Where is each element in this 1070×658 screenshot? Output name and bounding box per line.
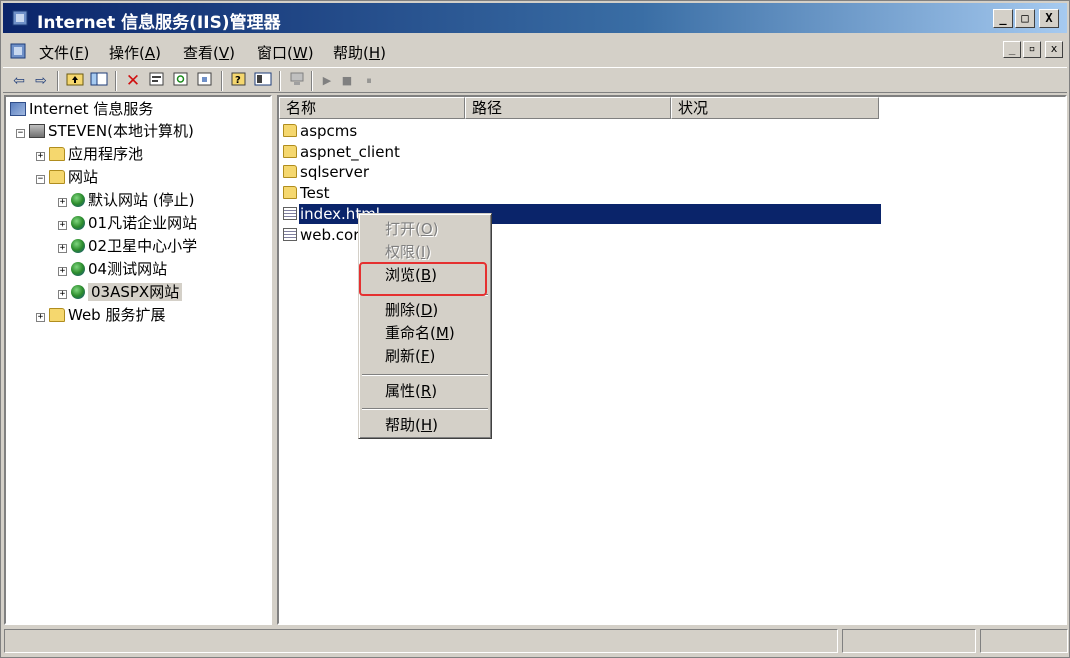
toolbar: ⇦ ⇨ ✕ ? ▶ ■ ⏸ [3,67,1067,93]
browse-highlight-annotation [359,262,487,296]
menu-item-open[interactable]: 打开(O) [385,218,439,240]
help-icon[interactable]: ? [229,71,249,91]
refresh-icon[interactable] [171,71,191,91]
config-file-icon [283,228,297,241]
folder-icon [283,186,297,199]
iis-root-icon [10,102,26,116]
folder-icon [283,165,297,178]
menu-item-refresh[interactable]: 刷新(F) [385,345,435,367]
website-globe-icon [71,262,85,276]
folder-icon [283,124,297,137]
status-cell-2 [842,629,976,653]
menu-separator [362,374,488,376]
show-tree-icon[interactable] [89,71,109,91]
delete-icon[interactable]: ✕ [123,71,143,91]
tree-root[interactable]: Internet 信息服务 [10,99,153,119]
svg-text:?: ? [235,75,241,86]
console-icon[interactable] [253,71,273,91]
menu-help[interactable]: 帮助(H) [333,42,386,63]
menu-item-help[interactable]: 帮助(H) [385,414,438,436]
menu-separator [362,408,488,410]
collapse-icon[interactable]: − [36,175,45,184]
pause-icon[interactable]: ⏸ [359,71,379,91]
tree-node-site[interactable]: + 默认网站 (停止) [58,190,194,210]
expand-icon[interactable]: + [36,152,45,161]
website-globe-icon [71,285,85,299]
folder-icon [49,308,65,322]
website-globe-icon [71,239,85,253]
expand-icon[interactable]: + [58,221,67,230]
close-button[interactable]: X [1039,9,1059,28]
expand-icon[interactable]: + [36,313,45,322]
list-item[interactable]: sqlserver [283,162,369,182]
tree-node-site[interactable]: +02卫星中心小学 [58,236,197,256]
collapse-icon[interactable]: − [16,129,25,138]
mdi-close-button[interactable]: x [1045,41,1063,58]
start-icon[interactable]: ▶ [317,71,337,91]
iis-manager-window: Internet 信息服务(IIS)管理器 _ □ X 文件(F) 操作(A) … [0,0,1070,658]
menu-item-properties[interactable]: 属性(R) [385,380,437,402]
mdi-minimize-button[interactable]: _ [1003,41,1021,58]
column-header-path[interactable]: 路径 [465,97,671,119]
computer-icon[interactable] [287,71,307,91]
column-header-status[interactable]: 状况 [671,97,879,119]
menu-action[interactable]: 操作(A) [109,42,161,63]
menu-bar: 文件(F) 操作(A) 查看(V) 窗口(W) 帮助(H) _ ▫ x [3,37,1067,65]
menu-item-rename[interactable]: 重命名(M) [385,322,455,344]
status-bar [4,629,1068,655]
menu-window[interactable]: 窗口(W) [257,42,314,63]
list-item[interactable]: aspnet_client [283,142,400,162]
export-icon[interactable] [195,71,215,91]
tree-node-websites[interactable]: − 网站 [36,167,98,187]
maximize-button[interactable]: □ [1015,9,1035,28]
iis-app-icon [12,10,28,26]
expand-icon[interactable]: + [58,198,67,207]
toolbar-separator [279,71,281,91]
title-bar[interactable]: Internet 信息服务(IIS)管理器 _ □ X [3,3,1067,33]
minimize-button[interactable]: _ [993,9,1013,28]
stop-icon[interactable]: ■ [337,71,357,91]
tree-node-site[interactable]: +01凡诺企业网站 [58,213,197,233]
context-menu: 打开(O) 权限(I) 浏览(B) 删除(D) 重命名(M) 刷新(F) 属性(… [358,213,492,439]
back-icon[interactable]: ⇦ [9,71,29,91]
list-item[interactable]: web.cor [283,225,359,245]
menu-view[interactable]: 查看(V) [183,42,235,63]
up-folder-icon[interactable] [65,71,85,91]
website-globe-icon [71,216,85,230]
folder-icon [283,145,297,158]
expand-icon[interactable]: + [58,290,67,299]
list-item[interactable]: aspcms [283,121,357,141]
html-file-icon [283,207,297,220]
folder-icon [49,147,65,161]
mdi-restore-button[interactable]: ▫ [1023,41,1041,58]
column-header-name[interactable]: 名称 [279,97,465,119]
properties-icon[interactable] [147,71,167,91]
tree-node-site-selected[interactable]: +03ASPX网站 [58,282,183,302]
toolbar-separator [57,71,59,91]
website-globe-icon [71,193,85,207]
forward-icon[interactable]: ⇨ [31,71,51,91]
menu-item-delete[interactable]: 删除(D) [385,299,438,321]
menu-item-permissions[interactable]: 权限(I) [385,241,431,263]
expand-icon[interactable]: + [58,267,67,276]
folder-icon [49,170,65,184]
tree-node-computer[interactable]: − STEVEN(本地计算机) [16,121,194,141]
tree-node-web-extensions[interactable]: + Web 服务扩展 [36,305,165,325]
menu-file[interactable]: 文件(F) [39,42,89,63]
console-window-icon[interactable] [9,41,29,61]
tree-node-site[interactable]: +04测试网站 [58,259,167,279]
status-cell-3 [980,629,1068,653]
expand-icon[interactable]: + [58,244,67,253]
computer-node-icon [29,124,45,138]
toolbar-separator [115,71,117,91]
tree-pane[interactable]: Internet 信息服务 − STEVEN(本地计算机) + 应用程序池 − 网站 … [4,95,272,625]
list-item[interactable]: Test [283,183,330,203]
tree-node-app-pools[interactable]: + 应用程序池 [36,144,143,164]
toolbar-separator [221,71,223,91]
window-title: Internet 信息服务(IIS)管理器 [37,13,281,33]
toolbar-separator [311,71,313,91]
status-cell-main [4,629,838,653]
